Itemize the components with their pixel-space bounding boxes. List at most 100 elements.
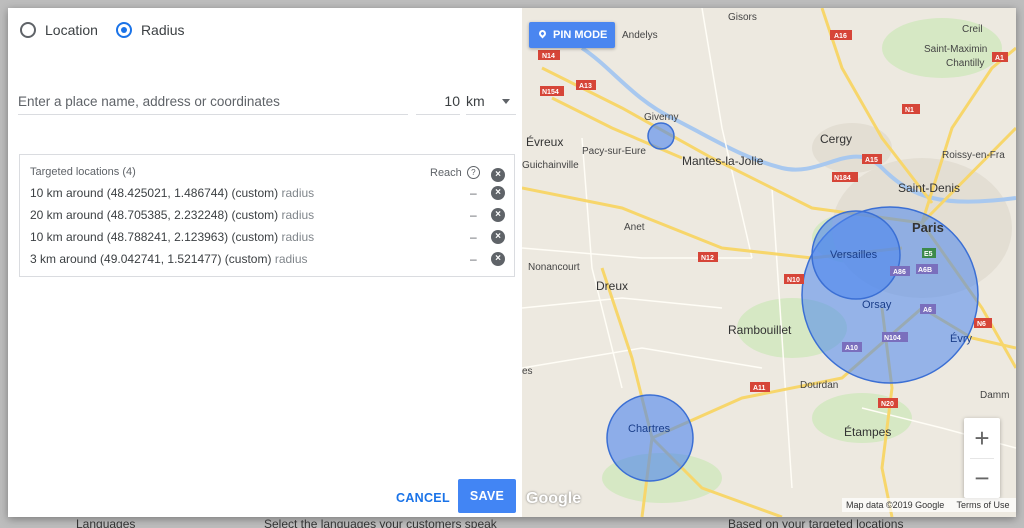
radio-radius[interactable]: [115, 22, 132, 38]
radio-location-label[interactable]: Location: [45, 22, 98, 38]
list-item: 10 km around (48.788241, 2.123963) (cust…: [30, 227, 510, 247]
unit-select-value: km: [466, 93, 485, 109]
remove-icon[interactable]: ×: [491, 208, 505, 222]
target-text: 20 km around (48.705385, 2.232248) (cust…: [30, 208, 279, 222]
target-reach: –: [470, 252, 477, 266]
place-label: Chantilly: [946, 58, 984, 69]
reach-label: Reach: [430, 166, 462, 179]
road-label: A11: [753, 385, 766, 392]
place-label: Dourdan: [800, 380, 838, 391]
radius-circle-giverny[interactable]: [647, 122, 675, 150]
targeted-locations-header: Targeted locations (4): [30, 166, 136, 178]
road-label: N184: [834, 175, 851, 182]
location-form-panel: Location Radius 10 km Targeted locations…: [8, 8, 522, 517]
road-label: N14: [542, 53, 555, 60]
place-label: Giverny: [644, 112, 678, 123]
place-label: Cergy: [820, 132, 852, 146]
road-label: E5: [924, 251, 933, 258]
chevron-down-icon: [502, 99, 510, 104]
place-label: Versailles: [830, 249, 878, 261]
radius-circle-chartres[interactable]: [606, 394, 694, 482]
place-label: Roissy-en-Fra: [942, 150, 1005, 161]
road-label: N154: [542, 89, 559, 96]
target-text: 3 km around (49.042741, 1.521477) (custo…: [30, 252, 272, 266]
place-label: Anet: [624, 222, 645, 233]
place-label: Évry: [950, 332, 973, 345]
road-label: N1: [905, 107, 914, 114]
targeted-locations-list: Targeted locations (4) Reach ? × 10 km a…: [19, 154, 515, 277]
place-label: Paris: [912, 220, 944, 235]
target-reach: –: [470, 208, 477, 222]
cancel-button[interactable]: CANCEL: [386, 482, 460, 514]
remove-all-icon[interactable]: ×: [491, 168, 505, 182]
zoom-control: + −: [964, 418, 1000, 498]
road-label: A86: [893, 269, 906, 276]
place-label: Pacy-sur-Eure: [582, 146, 646, 157]
remove-icon[interactable]: ×: [491, 252, 505, 266]
target-type: radius: [281, 186, 315, 200]
place-label: Mantes-la-Jolie: [682, 154, 764, 168]
location-dialog: Location Radius 10 km Targeted locations…: [8, 8, 1016, 517]
search-row: 10 km: [18, 88, 516, 116]
target-text: 10 km around (48.788241, 2.123963) (cust…: [30, 230, 279, 244]
list-item: 10 km around (48.425021, 1.486744) (cust…: [30, 183, 510, 203]
place-label: Guichainville: [522, 160, 579, 171]
languages-label: Languages: [76, 517, 136, 528]
place-label: Évreux: [526, 134, 563, 149]
target-text: 10 km around (48.425021, 1.486744) (cust…: [30, 186, 279, 200]
target-type: radius: [281, 230, 315, 244]
road-label: N104: [884, 335, 901, 342]
zoom-in-button[interactable]: +: [964, 418, 1000, 458]
target-type: radius: [274, 252, 308, 266]
pin-mode-label: PIN MODE: [553, 29, 608, 41]
list-item: 20 km around (48.705385, 2.232248) (cust…: [30, 205, 510, 225]
remove-icon[interactable]: ×: [491, 186, 505, 200]
place-label: Chartres: [628, 423, 671, 435]
target-type: radius: [281, 208, 315, 222]
road-label: A6: [923, 307, 932, 314]
radio-location[interactable]: [20, 22, 36, 38]
map-canvas: A16 N14 A13 N154 N1 A15 N184 N12 N10 N10…: [522, 8, 1016, 517]
languages-hint: Select the languages your customers spea…: [264, 517, 497, 528]
map-data-credit: Map data ©2019 Google: [846, 500, 945, 510]
place-label: Orsay: [862, 299, 892, 311]
based-on-text: Based on your targeted locations: [728, 517, 904, 528]
road-label: A15: [865, 157, 878, 164]
save-button[interactable]: SAVE: [458, 479, 516, 513]
road-label: A1: [995, 55, 1004, 62]
location-type-radios: Location Radius: [20, 22, 203, 38]
place-label: Saint-Maximin: [924, 44, 987, 55]
map-view[interactable]: A16 N14 A13 N154 N1 A15 N184 N12 N10 N10…: [522, 8, 1016, 517]
road-label: N20: [881, 401, 894, 408]
place-label: Andelys: [622, 30, 658, 41]
radio-radius-label[interactable]: Radius: [141, 22, 185, 38]
road-label: A10: [845, 345, 858, 352]
road-label: N6: [977, 321, 986, 328]
road-label: A6B: [918, 267, 932, 274]
reach-header: Reach ?: [430, 166, 480, 179]
place-label: Rambouillet: [728, 323, 792, 337]
help-icon[interactable]: ?: [466, 166, 480, 179]
place-label: es: [522, 366, 533, 377]
place-label: Dreux: [596, 279, 628, 293]
list-item: 3 km around (49.042741, 1.521477) (custo…: [30, 249, 510, 269]
road-label: A13: [579, 83, 592, 90]
place-label: Étampes: [844, 424, 891, 439]
place-label: Saint-Denis: [898, 181, 960, 195]
road-label: N10: [787, 277, 800, 284]
road-label: A16: [834, 33, 847, 40]
radius-value-input[interactable]: 10: [416, 88, 460, 115]
target-reach: –: [470, 230, 477, 244]
road-label: N12: [701, 255, 714, 262]
zoom-out-button[interactable]: −: [964, 458, 1000, 498]
terms-link[interactable]: Terms of Use: [957, 500, 1010, 510]
background-settings-row: Languages Select the languages your cust…: [76, 517, 976, 528]
unit-select[interactable]: km: [466, 88, 516, 115]
place-label: Gisors: [728, 12, 757, 23]
pin-mode-button[interactable]: PIN MODE: [529, 22, 615, 48]
map-attribution: Map data ©2019 Google Terms of Use: [842, 498, 1016, 512]
place-label: Nonancourt: [528, 262, 580, 273]
place-search-input[interactable]: [18, 88, 408, 115]
remove-icon[interactable]: ×: [491, 230, 505, 244]
place-label: Creil: [962, 24, 983, 35]
